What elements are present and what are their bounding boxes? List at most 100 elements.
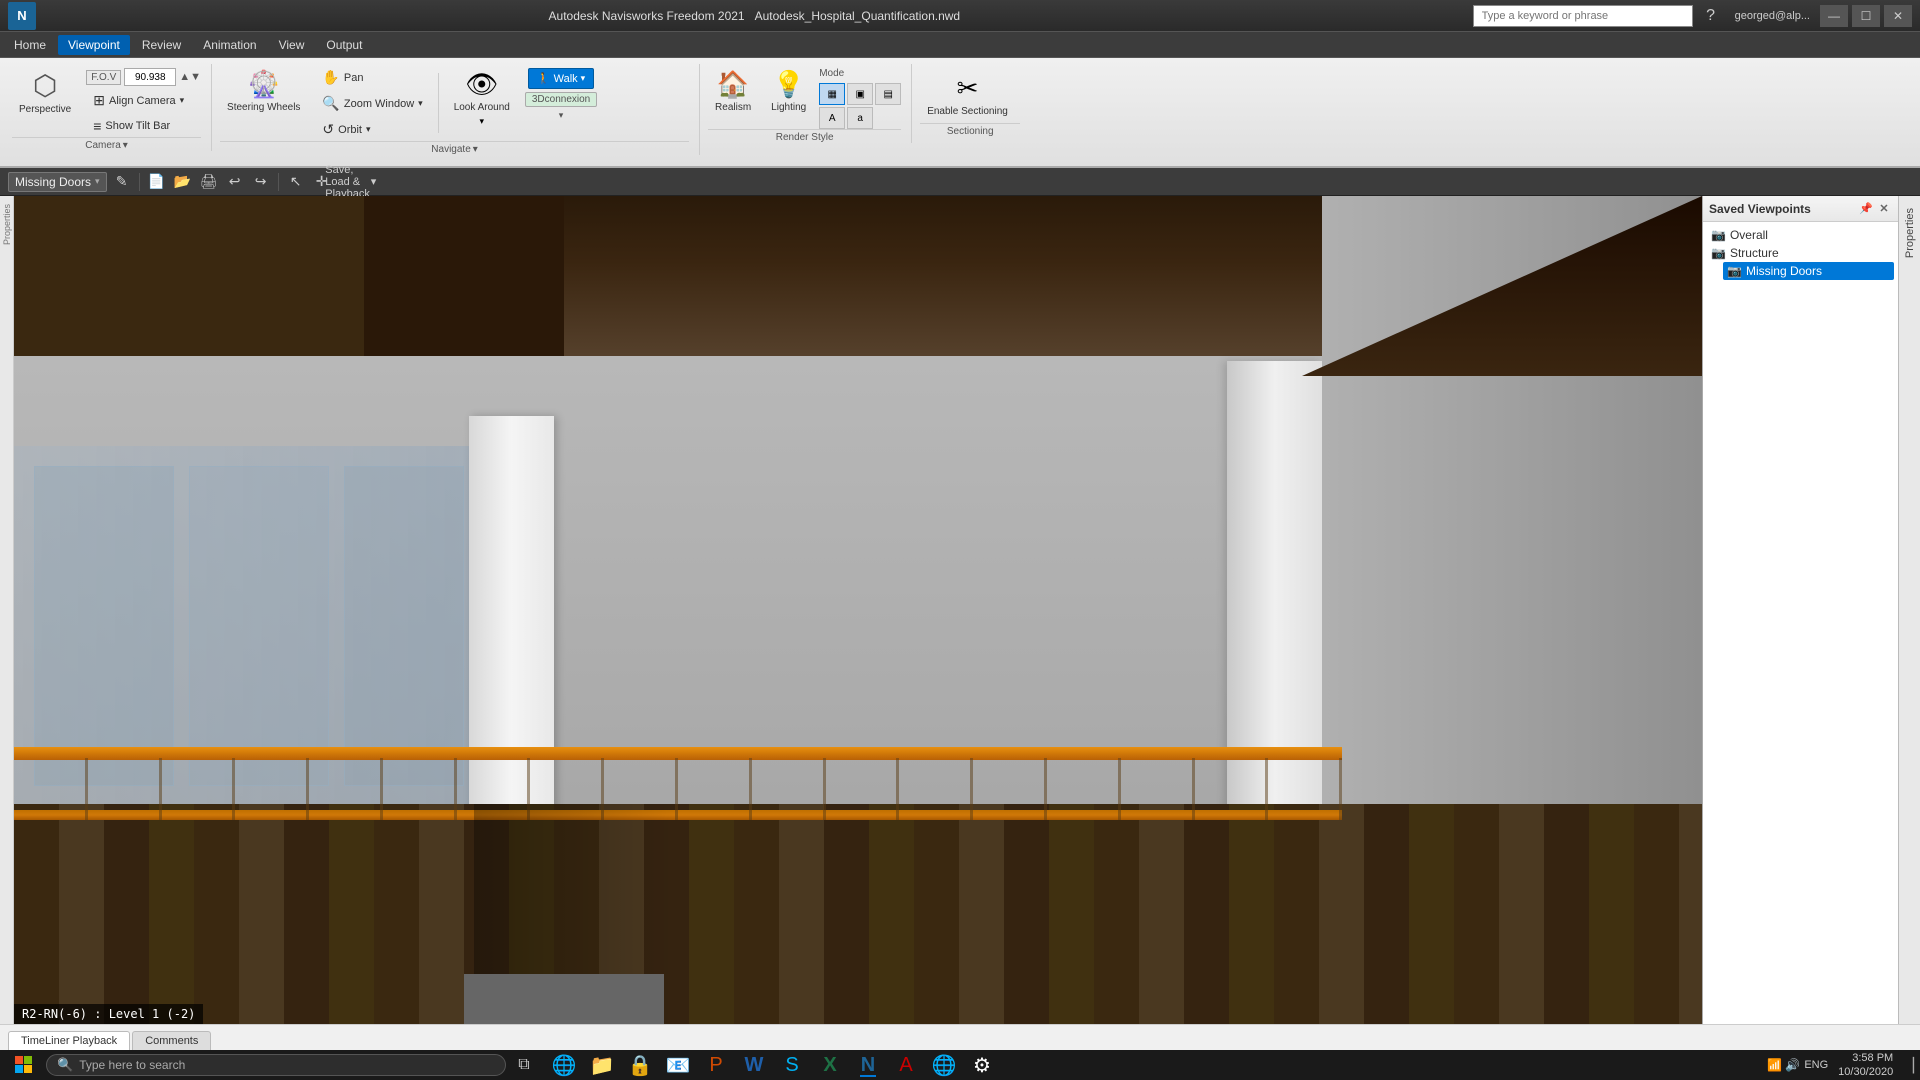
fov-input[interactable] (124, 68, 176, 86)
mode-btn-3[interactable]: ▤ (875, 83, 901, 105)
walk-button[interactable]: 🚶 Walk ▾ (528, 68, 594, 89)
edit-viewpoint-btn[interactable]: ✎ (111, 171, 133, 193)
zoom-window-button[interactable]: 🔍 Zoom Window ▾ (315, 92, 429, 115)
taskbar-app-keepass[interactable]: 🔒 (622, 1051, 658, 1079)
taskbar-app-powerpoint[interactable]: P (698, 1051, 734, 1079)
glass-panel-1 (34, 466, 174, 786)
look-around-dropdown-arrow[interactable]: ▾ (480, 116, 485, 127)
save-load-btn[interactable]: Save, Load & Playback (337, 171, 359, 193)
windows-logo-icon (15, 1056, 33, 1074)
viewpoint-overall[interactable]: 📷 Overall (1707, 226, 1894, 244)
menu-home[interactable]: Home (4, 35, 56, 55)
panel-close-btn[interactable]: ✕ (1876, 201, 1892, 217)
keyword-search-input[interactable] (1473, 5, 1693, 27)
properties-label[interactable]: Properties (1902, 200, 1918, 266)
tab-timeliner-playback[interactable]: TimeLiner Playback (8, 1031, 130, 1050)
mode-btn-4[interactable]: A (819, 107, 845, 129)
menu-bar: Home Viewpoint Review Animation View Out… (0, 32, 1920, 58)
menu-animation[interactable]: Animation (193, 35, 266, 55)
mode-btn-5[interactable]: a (847, 107, 873, 129)
print-btn[interactable]: 🖨 (198, 171, 220, 193)
start-button[interactable] (6, 1051, 42, 1079)
taskbar-app-acrobat[interactable]: A (888, 1051, 924, 1079)
glass-panel-3 (344, 466, 464, 786)
taskbar-app-chrome[interactable]: 🌐 (926, 1051, 962, 1079)
taskbar-app-excel[interactable]: X (812, 1051, 848, 1079)
redo-btn[interactable]: ↪ (250, 171, 272, 193)
select-btn[interactable]: ↖ (285, 171, 307, 193)
taskbar-app-mail[interactable]: 📧 (660, 1051, 696, 1079)
viewpoint-dropdown[interactable]: Missing Doors ▾ (8, 172, 107, 192)
menu-output[interactable]: Output (316, 35, 372, 55)
taskbar-app-word[interactable]: W (736, 1051, 772, 1079)
network-icon: 📶 (1767, 1058, 1782, 1072)
menu-viewpoint[interactable]: Viewpoint (58, 35, 130, 55)
perspective-button[interactable]: ⬡ Perspective (12, 64, 78, 121)
look-around-icon: 👁 (465, 69, 498, 100)
zoom-dropdown-arrow[interactable]: ▾ (418, 98, 423, 109)
fov-label: F.O.V (86, 70, 121, 85)
zoom-window-icon: 🔍 (322, 95, 339, 112)
window-title: Autodesk Navisworks Freedom 2021 Autodes… (36, 9, 1473, 23)
viewpoint-missing-doors[interactable]: 📷 Missing Doors (1723, 262, 1894, 280)
taskbar-app-explorer[interactable]: 📁 (584, 1051, 620, 1079)
show-tilt-bar-button[interactable]: ≡ Show Tilt Bar (86, 115, 201, 137)
fov-arrows[interactable]: ▲▼ (179, 71, 201, 83)
help-btn[interactable]: ? (1697, 2, 1725, 30)
right-panel-container: Saved Viewpoints 📌 ✕ 📷 Overall 📷 Structu… (1702, 196, 1920, 1024)
system-tray: 📶 🔊 ENG 3:58 PM 10/30/2020 ▕ (1767, 1051, 1914, 1080)
mode-btn-1[interactable]: ▦ (819, 83, 845, 105)
viewport[interactable]: R2-RN(-6) : Level 1 (-2) (14, 196, 1702, 1024)
task-view-btn[interactable]: ⧉ (510, 1051, 538, 1079)
taskbar-clock: 3:58 PM 10/30/2020 (1832, 1051, 1899, 1080)
orbit-dropdown-arrow[interactable]: ▾ (366, 124, 371, 135)
look-around-button[interactable]: 👁 Look Around ▾ (447, 64, 517, 132)
align-camera-button[interactable]: ⊞ Align Camera ▾ (86, 89, 201, 112)
realism-icon: 🏠 (717, 69, 749, 100)
lighting-button[interactable]: 💡 Lighting (764, 64, 813, 119)
enable-sectioning-button[interactable]: ✂ Enable Sectioning (920, 68, 1015, 123)
perspective-icon: ⬡ (33, 69, 57, 102)
mode-label: Mode (819, 68, 901, 79)
mode-btn-2[interactable]: ▣ (847, 83, 873, 105)
menu-view[interactable]: View (269, 35, 315, 55)
align-camera-dropdown-arrow[interactable]: ▾ (180, 95, 185, 106)
walk-dropdown-arrow[interactable]: ▾ (581, 73, 586, 84)
railing-posts (14, 758, 1342, 820)
taskbar-search-bar[interactable]: 🔍 Type here to search (46, 1054, 506, 1076)
panel-pin-btn[interactable]: 📌 (1858, 201, 1874, 217)
navigate-group-arrow[interactable]: ▾ (473, 144, 478, 155)
lower-level (464, 974, 664, 1024)
tab-comments[interactable]: Comments (132, 1031, 211, 1050)
save-load-expand-btn[interactable]: ▾ (363, 171, 385, 193)
properties-tab[interactable]: Properties (1898, 196, 1920, 1024)
undo-btn[interactable]: ↩ (224, 171, 246, 193)
camera-group-arrow[interactable]: ▾ (123, 140, 128, 151)
show-desktop-btn[interactable]: ▕ (1903, 1057, 1914, 1074)
taskbar-app-skype[interactable]: S (774, 1051, 810, 1079)
3dconnexion-dropdown[interactable]: ▾ (559, 110, 564, 121)
quick-access-toolbar: Missing Doors ▾ ✎ 📄 📂 🖨 ↩ ↪ ↖ ✛ Save, Lo… (0, 168, 1920, 196)
close-btn[interactable]: ✕ (1884, 5, 1912, 27)
minimize-btn[interactable]: — (1820, 5, 1848, 27)
3dconnexion-label: 3Dconnexion (525, 92, 597, 107)
orbit-button[interactable]: ↺ Orbit ▾ (315, 118, 429, 141)
maximize-btn[interactable]: ☐ (1852, 5, 1880, 27)
steering-wheels-button[interactable]: 🎡 Steering Wheels (220, 64, 307, 119)
taskbar-apps: 🌐 📁 🔒 📧 P W S X N A 🌐 ⚙ (546, 1051, 1000, 1079)
volume-icon: 🔊 (1785, 1058, 1800, 1072)
realism-button[interactable]: 🏠 Realism (708, 64, 758, 119)
glass-panel-2 (189, 466, 329, 786)
navigate-group-label: Navigate ▾ (220, 141, 689, 155)
bottom-tabs: TimeLiner Playback Comments (0, 1024, 1920, 1050)
viewpoints-tree: 📷 Overall 📷 Structure 📷 Missing Doors (1703, 222, 1898, 1024)
open-btn[interactable]: 📂 (172, 171, 194, 193)
user-label: georged@alp... (1729, 10, 1816, 22)
viewpoint-structure[interactable]: 📷 Structure (1707, 244, 1894, 262)
new-btn[interactable]: 📄 (146, 171, 168, 193)
pan-button[interactable]: ✋ Pan (315, 66, 429, 89)
taskbar-app-navisworks[interactable]: N (850, 1051, 886, 1079)
taskbar-app-settings[interactable]: ⚙ (964, 1051, 1000, 1079)
menu-review[interactable]: Review (132, 35, 191, 55)
taskbar-app-edge[interactable]: 🌐 (546, 1051, 582, 1079)
